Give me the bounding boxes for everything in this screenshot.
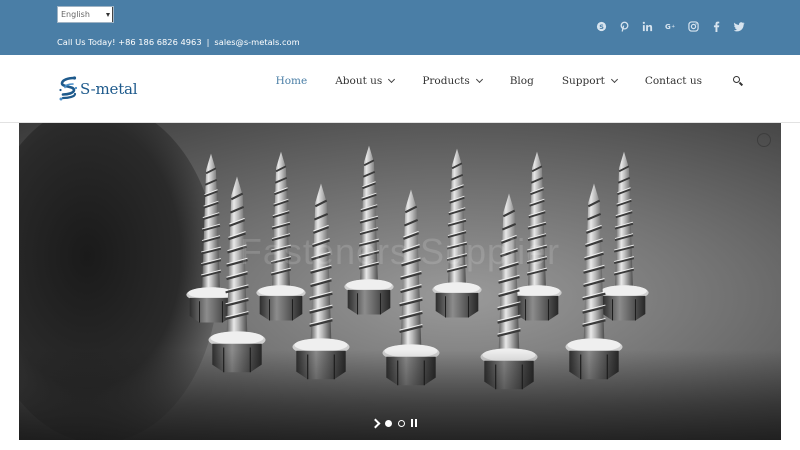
skype-icon[interactable]: S [595,19,607,33]
phone-text: Call Us Today! +86 186 6826 4963 [57,37,202,47]
instagram-icon[interactable] [687,19,699,33]
pinterest-icon[interactable] [618,19,630,33]
nav-item-label: About us [335,75,383,87]
search-icon-handle [738,81,744,86]
nav-item-support[interactable]: Support [561,75,618,87]
nav-item-home[interactable]: Home [276,75,308,87]
next-slide-icon[interactable] [370,418,381,428]
logo-mark-icon [59,76,78,101]
chevron-down-icon [610,75,618,84]
nav-item-contact-us[interactable]: Contact us [645,75,702,87]
facebook-icon[interactable] [710,19,722,33]
slide-dot-2[interactable] [398,419,405,427]
slider-controls [370,418,417,428]
top-bar: English Call Us Today! +86 186 6826 4963… [0,0,800,55]
nav-item-label: Blog [509,75,534,87]
logo-text: S-metal [80,80,138,98]
nav-item-label: Contact us [644,75,702,87]
chevron-down-icon [475,75,483,84]
site-header: S-metal Home About us Products Blog Supp… [0,55,800,123]
logo[interactable]: S-metal [57,74,138,104]
nav-item-products[interactable]: Products [422,75,483,87]
svg-text:+: + [671,23,675,29]
contact-line: Call Us Today! +86 186 6826 4963 | sales@s… [57,37,300,47]
svg-text:S: S [599,22,604,30]
pause-icon[interactable] [411,419,417,427]
nav-item-about-us[interactable]: About us [335,75,396,87]
language-select-value: English [61,10,90,19]
slide-timer-icon[interactable] [757,133,771,147]
chevron-down-icon [388,75,396,84]
nav-item-label: Home [275,75,308,87]
chevron-down-icon [106,13,110,17]
email-link[interactable]: sales@s-metals.com [214,37,299,47]
search-icon[interactable] [732,75,744,87]
social-links: S G + [595,19,745,33]
linkedin-icon[interactable] [641,19,653,33]
google-plus-icon[interactable]: G + [664,19,676,33]
hero-slider[interactable]: Fasteners Supplier [19,123,781,440]
contact-separator: | [206,37,210,47]
hero-headline: Fasteners Supplier [239,231,561,272]
nav-item-blog[interactable]: Blog [510,75,534,87]
language-select[interactable]: English [57,6,114,23]
twitter-icon[interactable] [733,19,745,33]
language-select-divider [112,7,113,22]
slide-dot-1[interactable] [385,419,392,427]
nav-item-label: Products [422,75,470,87]
main-nav: Home About us Products Blog Support Cont… [276,75,744,87]
nav-item-label: Support [561,75,605,87]
svg-text:G: G [665,22,671,31]
